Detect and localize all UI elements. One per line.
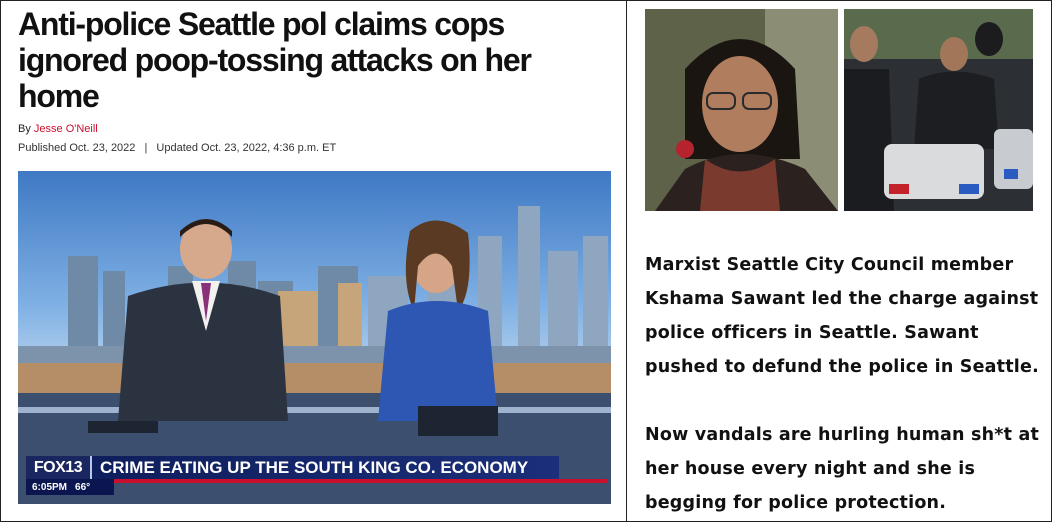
byline: By Jesse O'Neill xyxy=(18,123,98,135)
station-logo: FOX13 xyxy=(26,456,92,479)
police-photo xyxy=(844,9,1033,211)
caption-paragraph-2: Now vandals are hurling human sh*t at he… xyxy=(645,425,1040,513)
newsroom-scene xyxy=(18,206,611,504)
portrait-photo xyxy=(645,9,838,211)
woman-portrait xyxy=(645,9,838,211)
news-video-still[interactable] xyxy=(18,171,611,504)
caption-text: Marxist Seattle City Council member Ksha… xyxy=(645,248,1040,520)
date-separator: | xyxy=(144,142,148,154)
news-ticker: FOX13 CRIME EATING UP THE SOUTH KING CO.… xyxy=(26,456,559,479)
article-headline: Anti-police Seattle pol claims cops igno… xyxy=(18,6,532,114)
article-dates: Published Oct. 23, 2022 | Updated Oct. 2… xyxy=(18,142,336,154)
published-date: Published Oct. 23, 2022 xyxy=(18,142,136,154)
time-temperature-bar: 6:05PM 66° xyxy=(26,479,114,495)
ticker-headline: CRIME EATING UP THE SOUTH KING CO. ECONO… xyxy=(100,457,529,477)
ticker-accent-bar xyxy=(114,479,607,483)
updated-date: Updated Oct. 23, 2022, 4:36 p.m. ET xyxy=(156,142,337,154)
panel-divider xyxy=(626,0,627,522)
byline-prefix: By xyxy=(18,123,31,135)
author-link[interactable]: Jesse O'Neill xyxy=(34,123,98,135)
broadcast-temperature: 66° xyxy=(75,481,91,493)
caption-paragraph-1: Marxist Seattle City Council member Ksha… xyxy=(645,255,1039,377)
broadcast-time: 6:05PM xyxy=(32,481,68,493)
police-officers-scene xyxy=(844,9,1033,211)
